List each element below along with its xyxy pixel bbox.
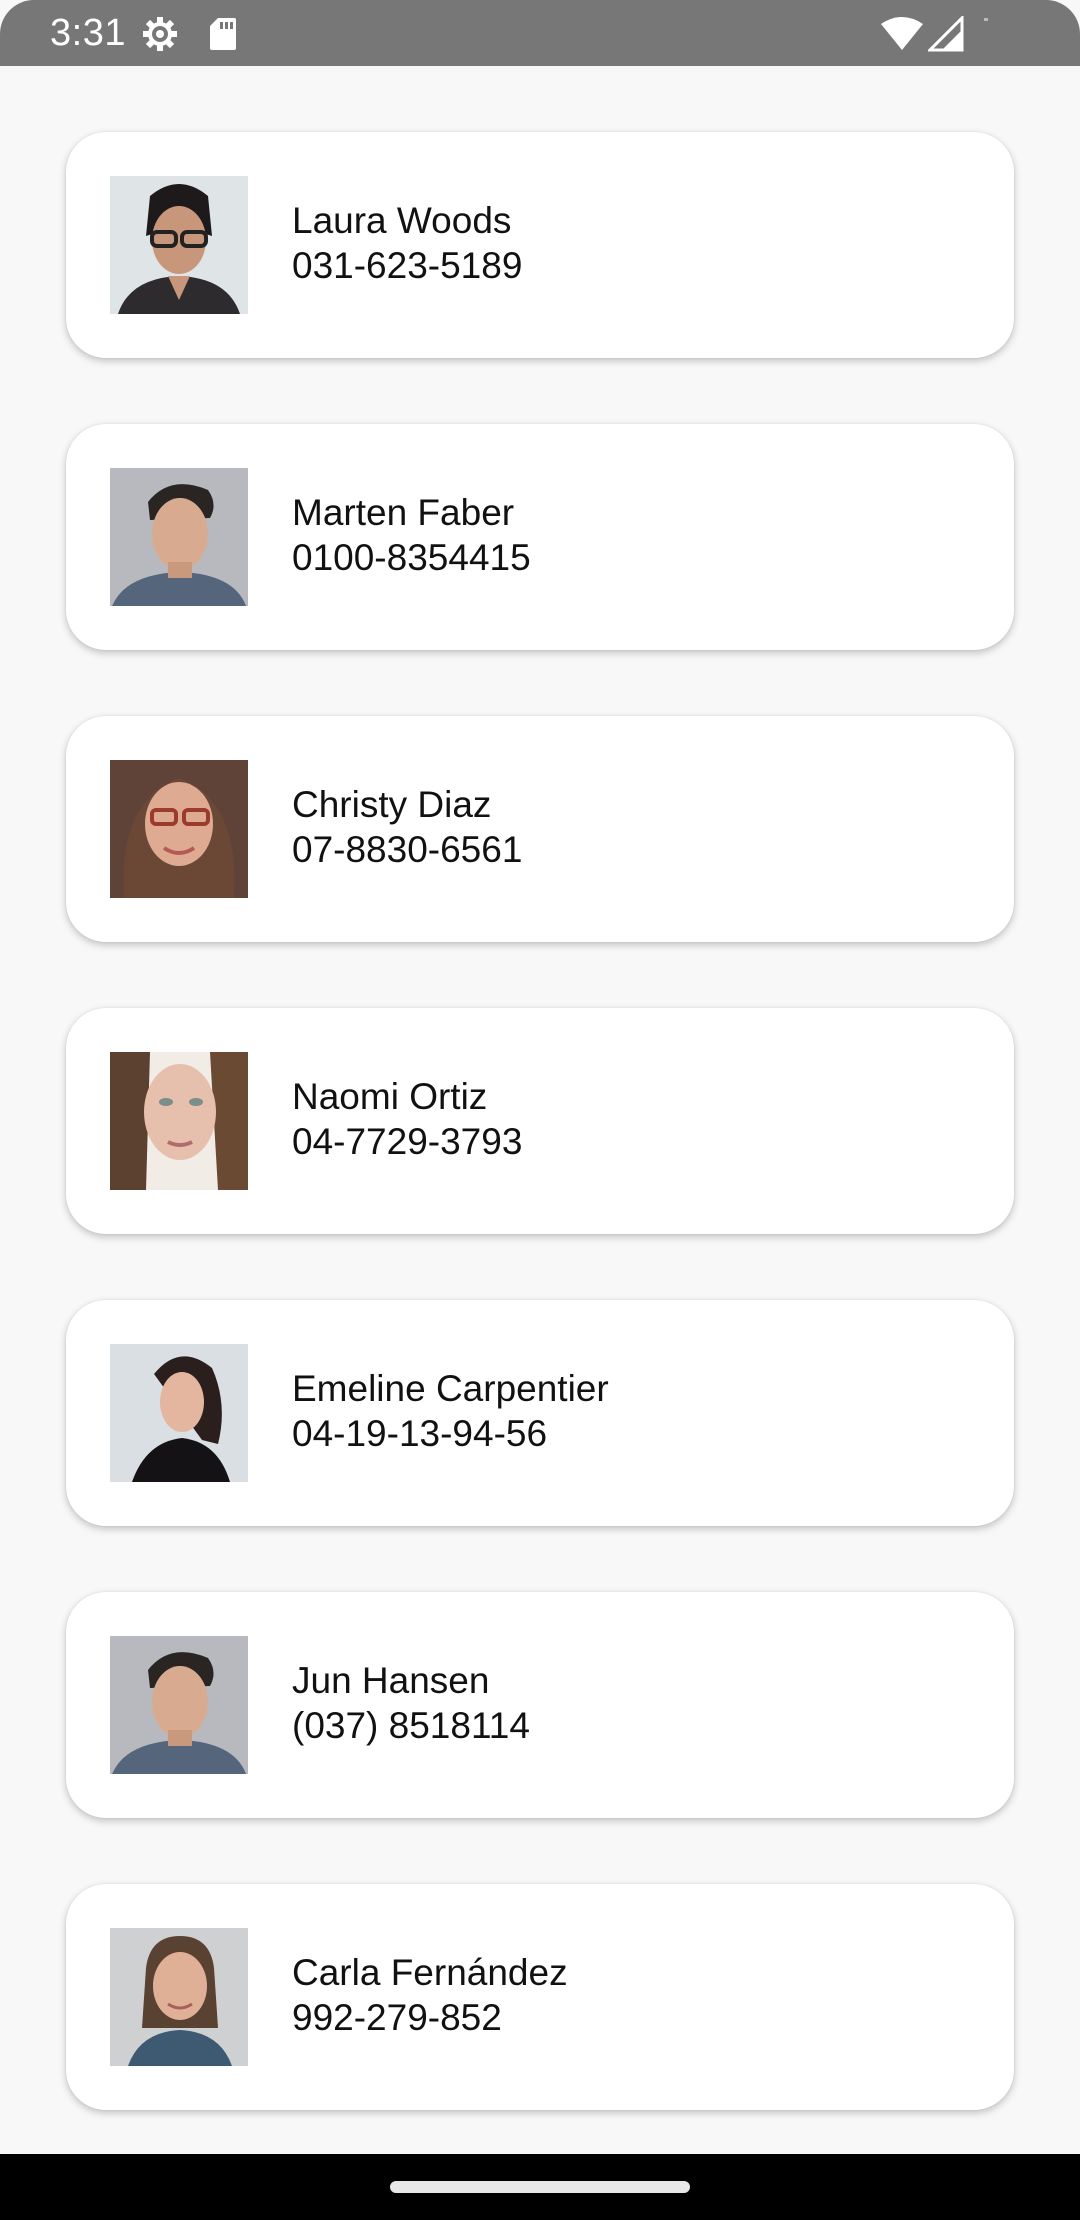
contact-name: Emeline Carpentier — [292, 1368, 609, 1409]
contact-phone: 07-8830-6561 — [292, 829, 523, 870]
contact-name: Carla Fernández — [292, 1952, 568, 1993]
contact-name: Laura Woods — [292, 200, 512, 241]
contact-phone: 04-7729-3793 — [292, 1121, 523, 1162]
person-photo-icon — [110, 1344, 248, 1482]
contact-avatar — [110, 1052, 248, 1190]
person-photo-icon — [110, 1052, 248, 1190]
cell-signal-icon — [928, 16, 964, 52]
sd-card-icon — [210, 18, 236, 50]
contact-name: Jun Hansen — [292, 1660, 490, 1701]
contact-phone: 04-19-13-94-56 — [292, 1413, 548, 1454]
contact-card[interactable]: Emeline Carpentier 04-19-13-94-56 — [66, 1300, 1014, 1526]
person-photo-icon — [110, 468, 248, 606]
contact-avatar — [110, 1344, 248, 1482]
contact-details: Marten Faber 0100-8354415 — [292, 490, 531, 580]
wifi-icon — [881, 17, 923, 50]
contact-details: Carla Fernández 992-279-852 — [292, 1950, 568, 2040]
contact-card[interactable]: Jun Hansen (037) 8518114 — [66, 1592, 1014, 1818]
settings-icon — [143, 17, 177, 51]
contact-card[interactable]: Laura Woods 031-623-5189 — [66, 132, 1014, 358]
home-gesture-handle[interactable] — [390, 2181, 690, 2193]
contact-list: Laura Woods 031-623-5189 Marten Faber 01… — [66, 132, 1014, 2176]
contact-name: Christy Diaz — [292, 784, 492, 825]
contact-card[interactable]: Naomi Ortiz 04-7729-3793 — [66, 1008, 1014, 1234]
contact-details: Jun Hansen (037) 8518114 — [292, 1658, 530, 1748]
contact-name: Naomi Ortiz — [292, 1076, 488, 1117]
contact-name: Marten Faber — [292, 492, 515, 533]
contact-details: Naomi Ortiz 04-7729-3793 — [292, 1074, 522, 1164]
contact-avatar — [110, 1928, 248, 2066]
status-bar: 3:31 — [0, 0, 1080, 66]
contact-details: Emeline Carpentier 04-19-13-94-56 — [292, 1366, 609, 1456]
contact-details: Laura Woods 031-623-5189 — [292, 198, 522, 288]
status-time: 3:31 — [50, 12, 126, 54]
contact-card[interactable]: Marten Faber 0100-8354415 — [66, 424, 1014, 650]
contact-phone: 992-279-852 — [292, 1997, 502, 2038]
person-photo-icon — [110, 176, 248, 314]
navigation-bar — [0, 2154, 1080, 2220]
contact-card[interactable]: Christy Diaz 07-8830-6561 — [66, 716, 1014, 942]
contact-phone: (037) 8518114 — [292, 1705, 530, 1746]
contact-avatar — [110, 760, 248, 898]
person-photo-icon — [110, 1928, 248, 2066]
contact-card[interactable]: Carla Fernández 992-279-852 — [66, 1884, 1014, 2110]
person-photo-icon — [110, 1636, 248, 1774]
person-photo-icon — [110, 760, 248, 898]
contact-phone: 031-623-5189 — [292, 245, 523, 286]
contact-details: Christy Diaz 07-8830-6561 — [292, 782, 522, 872]
contact-avatar — [110, 1636, 248, 1774]
battery-dot-icon — [984, 18, 988, 21]
contact-phone: 0100-8354415 — [292, 537, 531, 578]
contact-avatar — [110, 176, 248, 314]
contact-avatar — [110, 468, 248, 606]
